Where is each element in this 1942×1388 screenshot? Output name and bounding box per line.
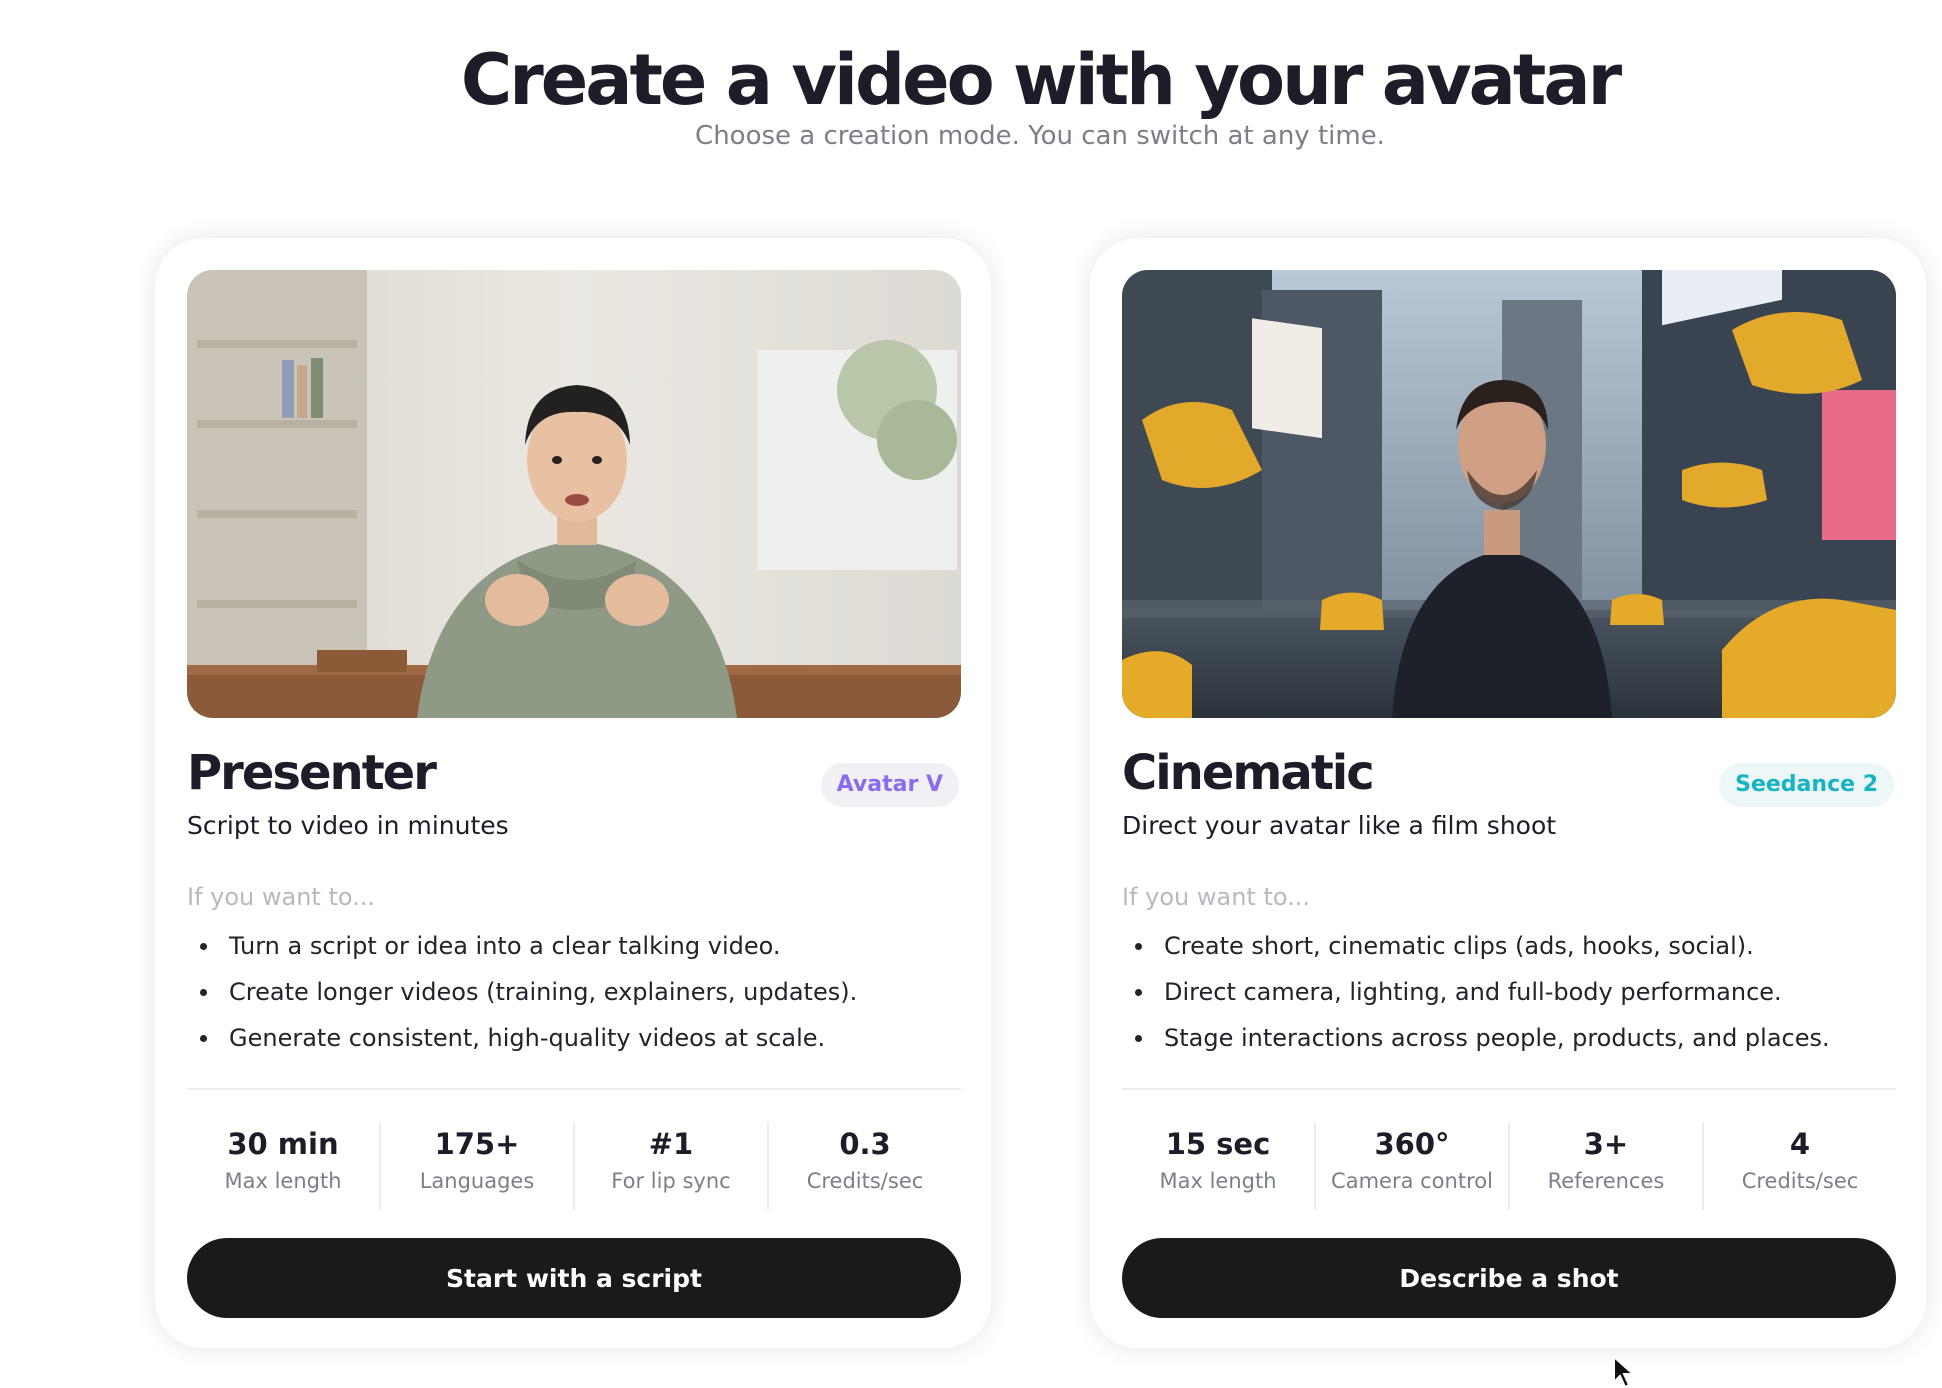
cinematic-want-label: If you want to... xyxy=(1122,883,1311,911)
stat-label: Languages xyxy=(419,1169,535,1193)
stat-value: 175+ xyxy=(434,1127,520,1161)
cinematic-stats: 15 sec Max length 360° Camera control 3+… xyxy=(1122,1122,1896,1210)
stat-value: 30 min xyxy=(227,1127,339,1161)
cinematic-use-cases: Create short, cinematic clips (ads, hook… xyxy=(1122,923,1830,1061)
stat-value: 360° xyxy=(1374,1127,1450,1161)
stat-label: Max length xyxy=(224,1169,342,1193)
list-item: Create short, cinematic clips (ads, hook… xyxy=(1122,923,1830,969)
cinematic-tagline: Direct your avatar like a film shoot xyxy=(1122,811,1557,840)
stat-label: Credits/sec xyxy=(1741,1169,1859,1193)
presenter-tagline: Script to video in minutes xyxy=(187,811,509,840)
list-item: Turn a script or idea into a clear talki… xyxy=(187,923,857,969)
page-title: Create a video with your avatar xyxy=(460,39,1622,121)
stat-camera-control: 360° Camera control xyxy=(1314,1122,1508,1210)
start-with-script-button[interactable]: Start with a script xyxy=(187,1238,961,1318)
stat-value: #1 xyxy=(648,1127,694,1161)
cinematic-title: Cinematic xyxy=(1122,745,1375,801)
stat-lip-sync: #1 For lip sync xyxy=(573,1122,767,1210)
cinematic-preview-image xyxy=(1122,270,1896,718)
stat-references: 3+ References xyxy=(1508,1122,1702,1210)
presenter-preview-image xyxy=(187,270,961,718)
stat-value: 15 sec xyxy=(1165,1127,1271,1161)
stat-value: 4 xyxy=(1789,1127,1811,1161)
stat-label: Camera control xyxy=(1331,1169,1493,1193)
seedance-model-badge: Seedance 2 xyxy=(1719,763,1894,807)
list-item: Generate consistent, high-quality videos… xyxy=(187,1015,857,1061)
list-item: Stage interactions across people, produc… xyxy=(1122,1015,1830,1061)
presenter-mode-card[interactable]: Presenter Avatar V Script to video in mi… xyxy=(155,238,991,1348)
presenter-stats: 30 min Max length 175+ Languages #1 For … xyxy=(187,1122,961,1210)
stat-label: References xyxy=(1547,1169,1665,1193)
presenter-use-cases: Turn a script or idea into a clear talki… xyxy=(187,923,857,1061)
divider xyxy=(187,1088,961,1090)
presenter-want-label: If you want to... xyxy=(187,883,376,911)
presenter-title: Presenter xyxy=(187,745,437,801)
stat-max-length: 30 min Max length xyxy=(187,1122,379,1210)
stat-credits: 0.3 Credits/sec xyxy=(767,1122,961,1210)
stat-label: Max length xyxy=(1159,1169,1277,1193)
list-item: Direct camera, lighting, and full-body p… xyxy=(1122,969,1830,1015)
list-item: Create longer videos (training, explaine… xyxy=(187,969,857,1015)
avatar-model-badge: Avatar V xyxy=(820,763,959,807)
mouse-cursor-icon xyxy=(1613,1356,1636,1388)
stat-label: Credits/sec xyxy=(806,1169,924,1193)
stat-value: 3+ xyxy=(1583,1127,1629,1161)
stat-languages: 175+ Languages xyxy=(379,1122,573,1210)
stat-label: For lip sync xyxy=(611,1169,731,1193)
stat-credits: 4 Credits/sec xyxy=(1702,1122,1896,1210)
describe-a-shot-button[interactable]: Describe a shot xyxy=(1122,1238,1896,1318)
cinematic-mode-card[interactable]: Cinematic Seedance 2 Direct your avatar … xyxy=(1090,238,1926,1348)
stat-max-length: 15 sec Max length xyxy=(1122,1122,1314,1210)
page-subtitle: Choose a creation mode. You can switch a… xyxy=(695,121,1385,151)
divider xyxy=(1122,1088,1896,1090)
stat-value: 0.3 xyxy=(839,1127,891,1161)
